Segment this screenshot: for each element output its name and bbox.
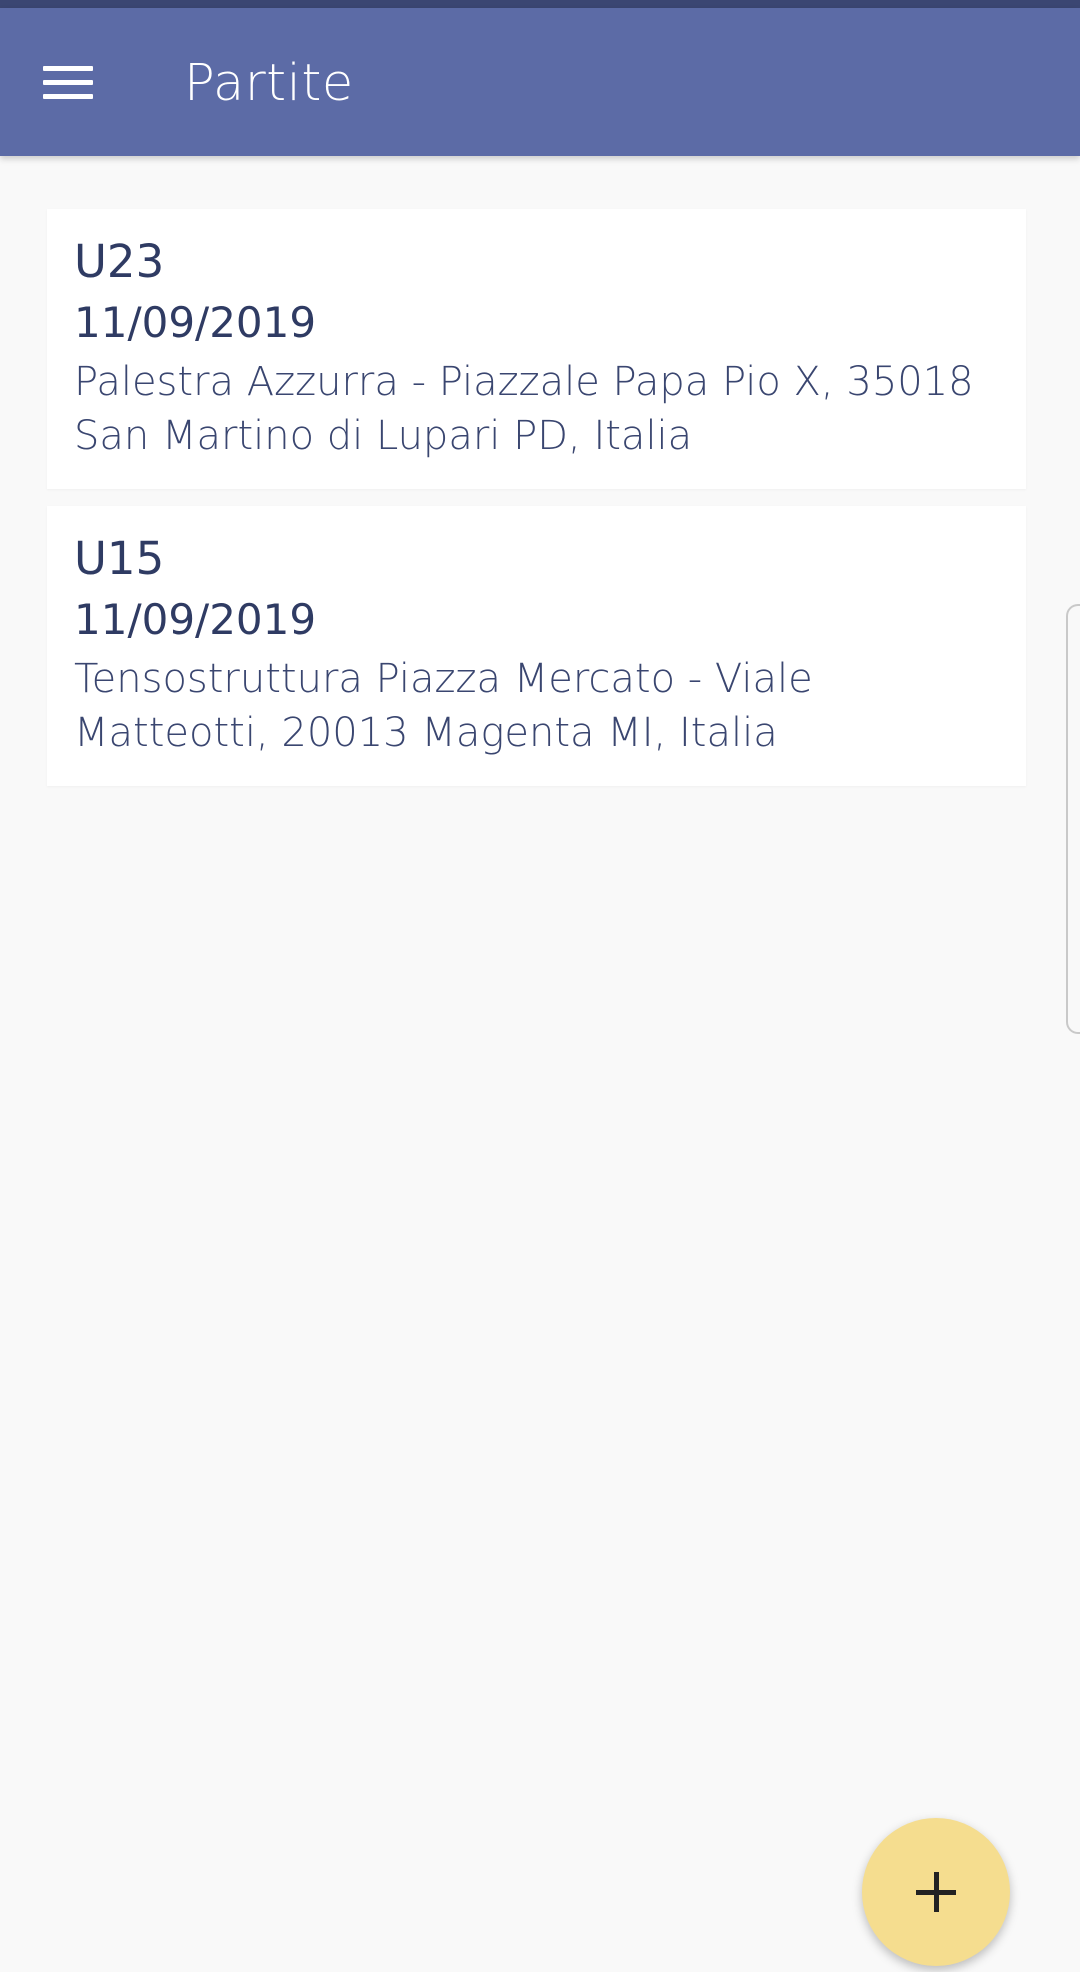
match-date: 11/09/2019	[74, 595, 317, 644]
match-card[interactable]: U15 11/09/2019 Tensostruttura Piazza Mer…	[47, 506, 1026, 786]
match-list: U23 11/09/2019 Palestra Azzurra - Piazza…	[47, 209, 1026, 803]
edge-panel-handle[interactable]	[1066, 604, 1080, 1034]
page-title: Partite	[184, 54, 354, 113]
plus-icon	[916, 1872, 956, 1912]
match-venue: Tensostruttura Piazza Mercato - Viale Ma…	[74, 656, 813, 756]
match-team: U15	[74, 532, 165, 585]
menu-button[interactable]	[28, 48, 108, 118]
match-venue: Palestra Azzurra - Piazzale Papa Pio X, …	[74, 359, 974, 459]
app-bar: Partite	[0, 8, 1080, 156]
match-date: 11/09/2019	[74, 298, 317, 347]
match-card[interactable]: U23 11/09/2019 Palestra Azzurra - Piazza…	[47, 209, 1026, 489]
status-strip	[0, 0, 1080, 8]
hamburger-menu-icon	[43, 66, 93, 100]
match-team: U23	[74, 235, 165, 288]
add-match-button[interactable]	[862, 1818, 1010, 1966]
